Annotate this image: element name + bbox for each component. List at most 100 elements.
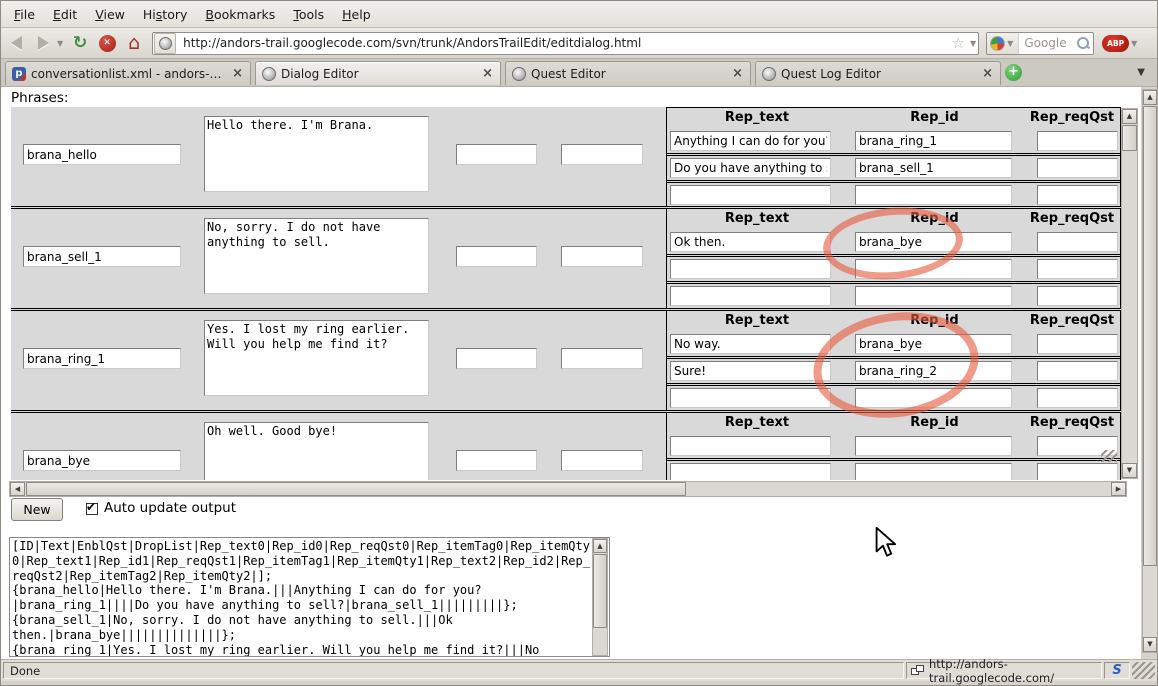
scroll-down-button[interactable]: ▼: [1122, 463, 1137, 478]
reply-reqqst-input[interactable]: [1037, 463, 1118, 480]
auto-update-label[interactable]: Auto update output: [104, 500, 236, 516]
tab-close-button[interactable]: ×: [225, 66, 250, 81]
forward-button[interactable]: [31, 31, 55, 55]
window-vertical-scrollbar[interactable]: ▲ ▼: [1142, 89, 1158, 653]
tab-dialog-editor[interactable]: Dialog Editor×: [255, 61, 501, 85]
phrase-droplist-input[interactable]: [561, 246, 643, 267]
home-button[interactable]: ⌂: [122, 31, 146, 55]
reply-reqqst-input[interactable]: [1037, 388, 1118, 408]
reply-id-input[interactable]: [855, 436, 1012, 456]
phrase-text-input[interactable]: [204, 422, 429, 480]
back-button[interactable]: [4, 31, 28, 55]
menu-edit[interactable]: Edit: [44, 3, 86, 26]
phrase-text-input[interactable]: [204, 320, 429, 396]
url-text[interactable]: http://andors-trail.googlecode.com/svn/t…: [183, 36, 951, 50]
window-resize-grip[interactable]: [1132, 662, 1155, 679]
new-tab-button[interactable]: +: [1005, 64, 1022, 81]
phrase-enblqst-input[interactable]: [456, 246, 537, 267]
search-bar[interactable]: ▼: [986, 32, 1094, 55]
tab-close-button[interactable]: ×: [975, 66, 1000, 81]
reply-id-input[interactable]: [855, 286, 1012, 306]
reply-text-input[interactable]: [670, 436, 831, 456]
tab-close-button[interactable]: ×: [475, 66, 500, 81]
output-textarea[interactable]: [ID|Text|EnblQst|DropList|Rep_text0|Rep_…: [9, 537, 610, 657]
phrase-enblqst-input[interactable]: [456, 450, 537, 471]
reply-reqqst-input[interactable]: [1037, 286, 1118, 306]
reply-text-input[interactable]: [670, 158, 831, 178]
reply-text-input[interactable]: [670, 463, 831, 480]
bookmark-star-icon[interactable]: ☆: [952, 34, 965, 52]
reply-text-input[interactable]: [670, 131, 831, 151]
phrase-id-input[interactable]: [23, 450, 181, 471]
phrase-text-input[interactable]: [204, 218, 429, 294]
reply-id-input[interactable]: [855, 158, 1012, 178]
scroll-right-button[interactable]: ▶: [1111, 482, 1126, 496]
menu-bookmarks[interactable]: Bookmarks: [196, 3, 284, 26]
tab-list-dropdown-arrow[interactable]: ▼: [1137, 67, 1145, 78]
menu-view[interactable]: View: [86, 3, 134, 26]
scroll-down-button[interactable]: ▼: [1143, 637, 1157, 652]
tab-conversationlist-xml-andors-tr[interactable]: pconversationlist.xml - andors-trail - P…: [5, 61, 251, 85]
adblock-dropdown-arrow[interactable]: ▼: [1131, 39, 1137, 48]
reply-reqqst-input[interactable]: [1037, 361, 1118, 381]
tab-close-button[interactable]: ×: [725, 66, 750, 81]
address-bar[interactable]: http://andors-trail.googlecode.com/svn/t…: [152, 32, 979, 55]
scrollbar-thumb[interactable]: [1122, 125, 1137, 151]
reply-reqqst-input[interactable]: [1037, 259, 1118, 279]
phrase-droplist-input[interactable]: [561, 348, 643, 369]
output-vertical-scrollbar[interactable]: ▲: [592, 538, 608, 656]
reply-id-input[interactable]: [855, 185, 1012, 205]
scrollbar-thumb[interactable]: [26, 482, 686, 496]
menu-tools[interactable]: Tools: [284, 3, 333, 26]
url-dropdown-arrow[interactable]: ▼: [970, 39, 976, 48]
reload-button[interactable]: ↻: [68, 31, 92, 55]
phrase-enblqst-input[interactable]: [456, 144, 537, 165]
reply-text-input[interactable]: [670, 185, 831, 205]
extension-badge[interactable]: S: [1104, 662, 1130, 679]
reply-id-input[interactable]: [855, 131, 1012, 151]
history-dropdown-arrow[interactable]: ▼: [57, 39, 63, 48]
menu-help[interactable]: Help: [333, 3, 380, 26]
stop-button[interactable]: ✕: [95, 31, 119, 55]
phrase-droplist-input[interactable]: [561, 144, 643, 165]
reply-reqqst-input[interactable]: [1037, 158, 1118, 178]
scroll-up-button[interactable]: ▲: [1122, 109, 1137, 124]
reply-text-input[interactable]: [670, 286, 831, 306]
site-identity-button[interactable]: [154, 33, 176, 54]
phrases-horizontal-scrollbar[interactable]: ◀ ▶: [9, 481, 1127, 497]
reply-text-input[interactable]: [670, 334, 831, 354]
replies-resize-grip[interactable]: [1101, 450, 1117, 462]
reply-text-input[interactable]: [670, 259, 831, 279]
menu-file[interactable]: File: [5, 3, 44, 26]
reply-reqqst-input[interactable]: [1037, 185, 1118, 205]
new-phrase-button[interactable]: New: [11, 498, 63, 521]
reply-text-input[interactable]: [670, 388, 831, 408]
phrase-id-input[interactable]: [23, 246, 181, 267]
scrollbar-thumb[interactable]: [593, 554, 607, 628]
reply-reqqst-input[interactable]: [1037, 131, 1118, 151]
phrase-id-input[interactable]: [23, 348, 181, 369]
phrase-droplist-input[interactable]: [561, 450, 643, 471]
search-engine-selector[interactable]: ▼: [987, 33, 1019, 54]
reply-id-input[interactable]: [855, 463, 1012, 480]
scrollbar-thumb[interactable]: [1143, 106, 1157, 566]
reply-reqqst-input[interactable]: [1037, 334, 1118, 354]
phrase-id-input[interactable]: [23, 144, 181, 165]
engine-dropdown-arrow[interactable]: ▼: [1007, 39, 1013, 48]
scroll-up-button[interactable]: ▲: [1143, 90, 1157, 105]
scroll-up-button[interactable]: ▲: [593, 539, 607, 553]
auto-update-checkbox[interactable]: ✔: [86, 503, 98, 515]
phrases-vertical-scrollbar[interactable]: ▲ ▼: [1121, 108, 1138, 479]
adblock-plus-icon[interactable]: ABP: [1102, 35, 1129, 52]
menu-history[interactable]: History: [134, 3, 197, 26]
reply-text-input[interactable]: [670, 232, 831, 252]
search-input[interactable]: [1019, 36, 1076, 50]
scroll-left-button[interactable]: ◀: [10, 482, 25, 496]
tab-quest-log-editor[interactable]: Quest Log Editor×: [755, 61, 1001, 85]
phrase-enblqst-input[interactable]: [456, 348, 537, 369]
phrase-text-input[interactable]: [204, 116, 429, 192]
reply-text-input[interactable]: [670, 361, 831, 381]
search-magnifier-icon[interactable]: [1076, 36, 1090, 50]
tab-quest-editor[interactable]: Quest Editor×: [505, 61, 751, 85]
reply-reqqst-input[interactable]: [1037, 232, 1118, 252]
